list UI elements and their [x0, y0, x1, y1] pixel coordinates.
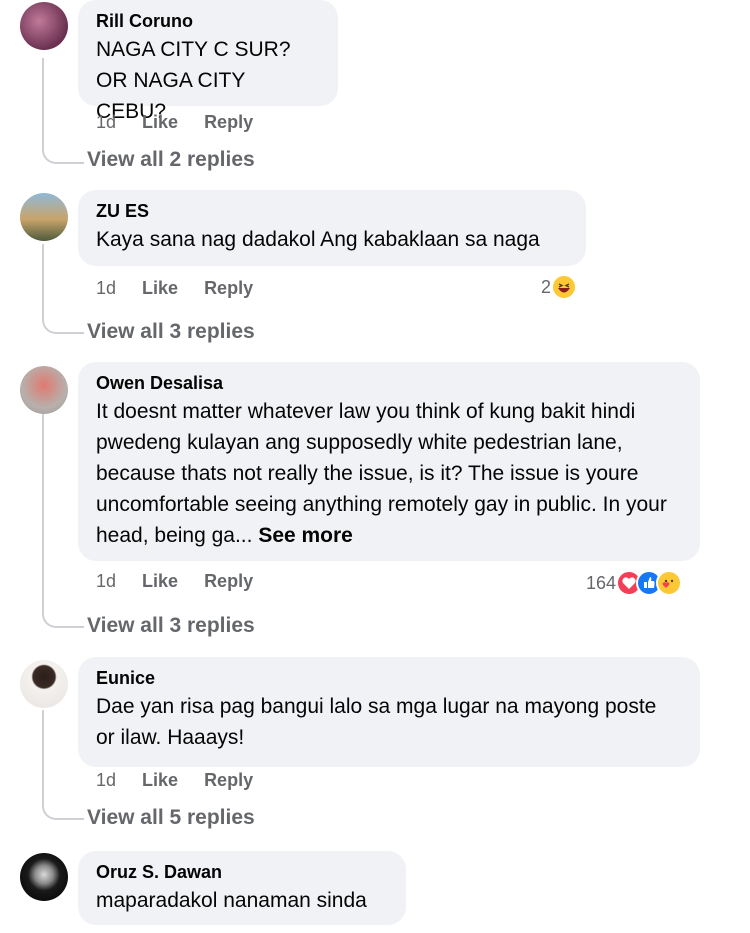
like-button[interactable]: Like	[142, 112, 178, 132]
comment-author[interactable]: Oruz S. Dawan	[96, 861, 386, 883]
reply-button[interactable]: Reply	[204, 770, 253, 790]
like-button[interactable]: Like	[142, 278, 178, 298]
view-replies-link[interactable]: View all 3 replies	[87, 320, 255, 344]
comment-time[interactable]: 1d	[96, 571, 116, 591]
avatar[interactable]	[20, 366, 68, 414]
reaction-count: 164	[586, 572, 617, 593]
comment-bubble: Oruz S. Dawan maparadakol nanaman sinda	[78, 851, 406, 925]
like-button[interactable]: Like	[142, 770, 178, 790]
reply-thread-line	[42, 244, 84, 334]
reply-button[interactable]: Reply	[204, 571, 253, 591]
reply-button[interactable]: Reply	[204, 112, 253, 132]
comment-bubble: Owen Desalisa It doesnt matter whatever …	[78, 362, 700, 561]
comment-text: Kaya sana nag dadakol Ang kabaklaan sa n…	[96, 228, 540, 251]
care-react-icon	[656, 570, 683, 596]
comment-author[interactable]: ZU ES	[96, 200, 566, 222]
avatar[interactable]	[20, 853, 68, 901]
comment-actions: 1d Like Reply	[96, 570, 279, 592]
comment-bubble: Rill Coruno NAGA CITY C SUR? OR NAGA CIT…	[78, 0, 338, 123]
comment-text: Dae yan risa pag bangui lalo sa mga luga…	[96, 695, 657, 749]
reaction-summary[interactable]: 2	[541, 274, 578, 300]
comment-actions: 1d Like Reply	[96, 769, 279, 791]
comment-author[interactable]: Eunice	[96, 667, 680, 689]
see-more-link[interactable]: See more	[258, 524, 353, 547]
avatar[interactable]	[20, 660, 68, 708]
avatar[interactable]	[20, 2, 68, 50]
comment-time[interactable]: 1d	[96, 278, 116, 298]
comment-text-content: It doesnt matter whatever law you think …	[96, 400, 667, 547]
comment-author[interactable]: Owen Desalisa	[96, 372, 680, 394]
reaction-count: 2	[541, 276, 552, 297]
view-replies-link[interactable]: View all 3 replies	[87, 614, 255, 638]
like-button[interactable]: Like	[142, 571, 178, 591]
comment-text: maparadakol nanaman sinda	[96, 889, 367, 912]
reaction-summary[interactable]: 164	[586, 570, 683, 596]
view-replies-link[interactable]: View all 5 replies	[87, 806, 255, 830]
comment-text: It doesnt matter whatever law you think …	[96, 396, 680, 551]
haha-emoji-icon	[551, 274, 578, 300]
view-replies-link[interactable]: View all 2 replies	[87, 148, 255, 172]
comment-actions: 1d Like Reply	[96, 111, 279, 133]
comment-author[interactable]: Rill Coruno	[96, 10, 318, 32]
comment-actions: 1d Like Reply	[96, 277, 279, 299]
avatar[interactable]	[20, 193, 68, 241]
comment-bubble: Eunice Dae yan risa pag bangui lalo sa m…	[78, 657, 700, 767]
comment-bubble: ZU ES Kaya sana nag dadakol Ang kabaklaa…	[78, 190, 586, 266]
reply-button[interactable]: Reply	[204, 278, 253, 298]
comment-time[interactable]: 1d	[96, 112, 116, 132]
comment-time[interactable]: 1d	[96, 770, 116, 790]
